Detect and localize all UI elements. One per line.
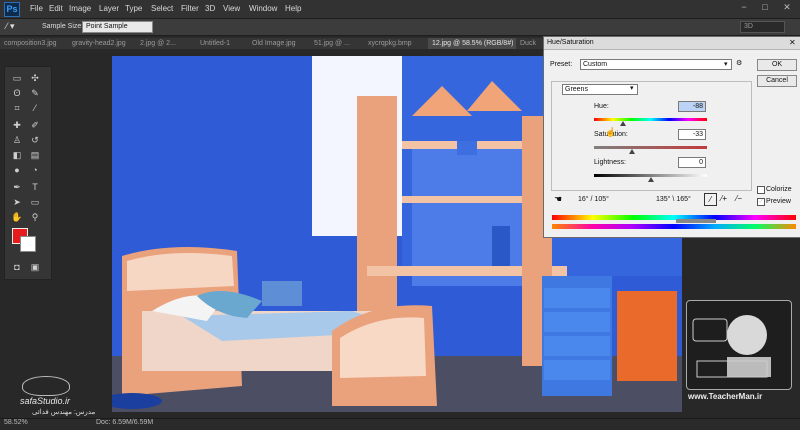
zoom-level[interactable]: 58.52%	[4, 419, 28, 426]
watermark-left-site: safaStudio.ir	[20, 396, 71, 406]
eraser-tool-icon[interactable]: ◧	[10, 149, 24, 161]
targeted-adjustment-icon[interactable]: ☚	[554, 194, 562, 205]
hue-label: Hue:	[594, 103, 609, 110]
shape-tool-icon[interactable]: ▭	[28, 196, 42, 208]
move-tool-icon[interactable]: ✣	[28, 72, 42, 84]
minimize-button[interactable]: −	[734, 1, 754, 14]
dialog-close-icon[interactable]: ✕	[789, 38, 796, 47]
tab-document[interactable]: 2.jpg @ 2...	[136, 38, 203, 49]
maximize-button[interactable]: □	[755, 1, 775, 14]
menu-filter[interactable]: Filter	[181, 4, 199, 13]
hand-tool-icon[interactable]: ✋	[10, 211, 24, 223]
saturation-slider-track[interactable]	[594, 146, 707, 149]
saturation-slider-thumb[interactable]	[628, 149, 635, 154]
preview-checkbox[interactable]: ✓	[757, 198, 765, 206]
eyedropper-icon[interactable]: ⁄	[28, 102, 42, 114]
history-brush-icon[interactable]: ↺	[28, 134, 42, 146]
crop-tool-icon[interactable]: ⌗	[10, 102, 24, 114]
channel-select[interactable]: Greens	[562, 84, 638, 95]
cancel-button[interactable]: Cancel	[757, 75, 797, 87]
menu-select[interactable]: Select	[151, 4, 173, 13]
menu-layer[interactable]: Layer	[99, 4, 119, 13]
colorize-label: Colorize	[766, 186, 792, 193]
dialog-title: Hue/Saturation	[547, 39, 594, 46]
preset-select[interactable]: Custom	[580, 59, 732, 70]
background-color-swatch[interactable]	[20, 236, 36, 252]
pen-tool-icon[interactable]: ✒	[10, 181, 24, 193]
ok-button[interactable]: OK	[757, 59, 797, 71]
watermark-left-name: مدرس: مهندس فدائی	[32, 409, 96, 416]
clone-stamp-icon[interactable]: ♙	[10, 134, 24, 146]
range-right-readout: 135° \ 165°	[656, 196, 691, 203]
eyedropper-icon[interactable]: ⁄	[704, 193, 717, 206]
mouse-cursor-icon: ☝	[605, 127, 617, 137]
menu-type[interactable]: Type	[125, 4, 142, 13]
safastudio-logo	[22, 376, 70, 396]
menu-window[interactable]: Window	[249, 4, 277, 13]
tab-document[interactable]: gravity-head2.jpg	[68, 38, 143, 49]
preset-dropdown-icon[interactable]: ▾	[724, 60, 728, 68]
menu-help[interactable]: Help	[285, 4, 301, 13]
sample-size-select[interactable]: Point Sample	[82, 21, 153, 33]
channel-dropdown-icon[interactable]: ▾	[630, 84, 634, 92]
hue-input[interactable]: -88	[678, 101, 706, 112]
menu-view[interactable]: View	[223, 4, 240, 13]
menu-file[interactable]: File	[30, 4, 43, 13]
healing-brush-icon[interactable]: ✚	[10, 119, 24, 131]
watermark-right-site: www.TeacherMan.ir	[688, 392, 763, 401]
workspace-select[interactable]: 3D	[740, 21, 785, 33]
blur-tool-icon[interactable]: ●	[10, 164, 24, 176]
preset-options-icon[interactable]: ⚙	[736, 59, 742, 67]
tab-document[interactable]: composition3.jpg	[0, 38, 75, 49]
lasso-tool-icon[interactable]: ʘ	[10, 87, 24, 99]
input-color-bar	[552, 215, 796, 220]
menu-bar	[0, 0, 800, 19]
colorize-checkbox[interactable]	[757, 186, 765, 194]
close-button[interactable]: ✕	[777, 1, 797, 14]
zoom-tool-icon[interactable]: ⚲	[28, 211, 42, 223]
hue-slider-thumb[interactable]	[619, 121, 626, 126]
lightness-label: Lightness:	[594, 159, 626, 166]
menu-3d[interactable]: 3D	[205, 4, 215, 13]
tab-active-document[interactable]: 12.jpg @ 58.5% (RGB/8#)	[428, 38, 523, 49]
brush-tool-icon[interactable]: ✐	[28, 119, 42, 131]
eyedropper-subtract-icon[interactable]: ⁄−	[736, 194, 742, 203]
quick-select-tool-icon[interactable]: ✎	[28, 87, 42, 99]
tab-document[interactable]: xycrqpkg.bmp	[364, 38, 435, 49]
tab-document[interactable]: Old Image.jpg	[248, 38, 317, 49]
screen-mode-icon[interactable]: ▣	[28, 261, 42, 273]
gradient-tool-icon[interactable]: ▤	[28, 149, 42, 161]
sample-size-label: Sample Size:	[42, 23, 84, 30]
range-left-readout: 16° / 105°	[578, 196, 609, 203]
lightness-slider-thumb[interactable]	[647, 177, 654, 182]
document-size: Doc: 6.59M/6.59M	[96, 419, 154, 426]
eyedropper-tool-icon[interactable]: ⁄ ▾	[6, 21, 28, 32]
saturation-input[interactable]: -33	[678, 129, 706, 140]
range-slider[interactable]	[676, 219, 716, 223]
dodge-tool-icon[interactable]: ◔	[28, 164, 42, 176]
preset-label: Preset:	[550, 61, 573, 68]
type-tool-icon[interactable]: T	[28, 181, 42, 193]
eyedropper-add-icon[interactable]: ⁄+	[721, 194, 727, 203]
preview-label: Preview	[766, 198, 791, 205]
quick-mask-icon[interactable]: ◘	[10, 261, 24, 273]
tab-document[interactable]: 51.jpg @ ...	[310, 38, 371, 49]
path-select-icon[interactable]: ➤	[10, 196, 24, 208]
tab-document[interactable]: Untitled-1	[196, 38, 255, 49]
lightness-input[interactable]: 0	[678, 157, 706, 168]
menu-image[interactable]: Image	[69, 4, 91, 13]
photoshop-logo: Ps	[4, 2, 20, 17]
menu-edit[interactable]: Edit	[49, 4, 63, 13]
marquee-tool-icon[interactable]: ▭	[10, 72, 24, 84]
output-color-bar	[552, 224, 796, 229]
hue-slider-track[interactable]	[594, 118, 707, 121]
teacherman-logo	[686, 300, 792, 390]
